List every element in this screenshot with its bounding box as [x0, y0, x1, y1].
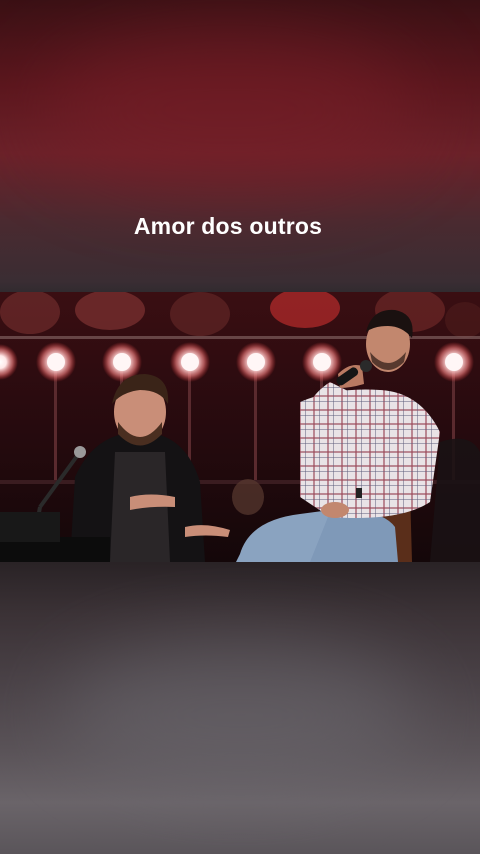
video-player[interactable]: [0, 292, 480, 562]
overlay-title: Amor dos outros: [133, 213, 323, 239]
story-screen: Amor dos outros: [0, 0, 480, 854]
background-blur-top: [40, 30, 420, 190]
background-blur-bottom: [60, 640, 420, 790]
video-frame: [0, 292, 480, 562]
